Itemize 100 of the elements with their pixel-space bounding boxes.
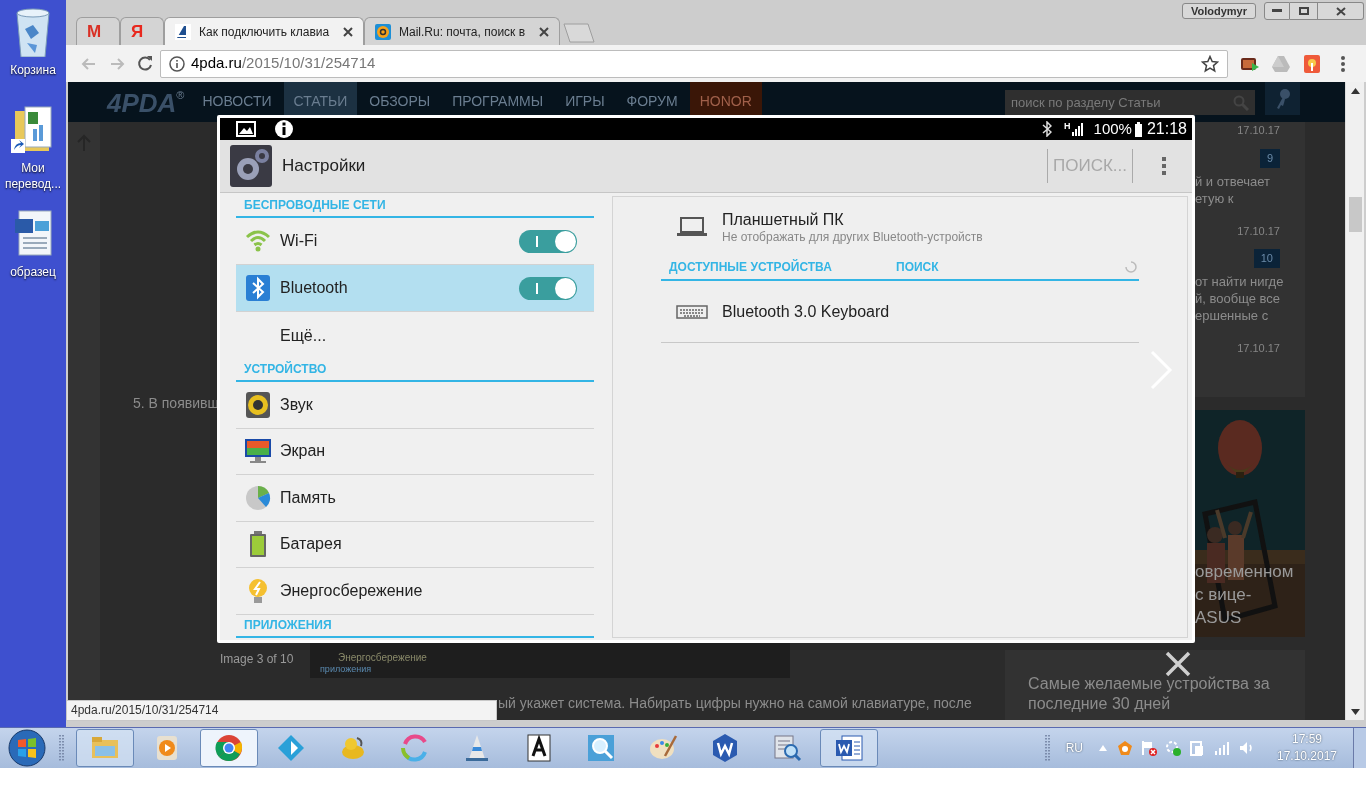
nav-link[interactable]: НОВОСТИ	[192, 82, 282, 115]
scroll-thumb[interactable]	[1348, 197, 1362, 232]
teaser-text: й и отвечает	[1195, 172, 1270, 190]
laptop-icon	[676, 216, 708, 238]
word-icon[interactable]	[820, 729, 878, 767]
teaser-text: от найти нигде	[1195, 273, 1284, 290]
show-desktop-button[interactable]	[1353, 728, 1366, 768]
status-url: 4pda.ru/2015/10/31/254714	[66, 700, 497, 721]
section-header: ПРИЛОЖЕНИЯ	[236, 614, 594, 638]
icon-label[interactable]: образец	[0, 264, 66, 280]
icon-label[interactable]: Мои перевод...	[0, 160, 66, 192]
info-icon	[169, 55, 185, 72]
tab-title: Как подключить клавиа	[199, 23, 331, 41]
search-placeholder: поиск по разделу Статьи	[1011, 93, 1162, 112]
address-field[interactable]: 4pda.ru/2015/10/31/254714	[160, 49, 1228, 78]
grip-handle[interactable]	[1044, 733, 1051, 763]
favicon-icon	[175, 23, 191, 40]
document-icon[interactable]	[11, 103, 55, 155]
count-badge: 9	[1259, 148, 1280, 168]
profile-button[interactable]: Volodymyr	[1181, 3, 1256, 19]
nav-link[interactable]: HONOR	[689, 82, 762, 115]
flag-icon[interactable]	[1141, 740, 1157, 756]
signal-icon[interactable]	[1214, 741, 1230, 755]
antivirus-icon[interactable]	[1117, 740, 1133, 756]
browser-tab[interactable]: Как подключить клавиа	[164, 17, 364, 45]
pie-chart-icon	[244, 483, 272, 512]
list-header: ДОСТУПНЫЕ УСТРОЙСТВА	[669, 258, 833, 276]
date-text: 17.10.17	[1237, 341, 1280, 356]
nav-link[interactable]: ПРОГРАММЫ	[442, 82, 554, 115]
section-header: БЕСПРОВОДНЫЕ СЕТИ	[236, 197, 594, 218]
show-hidden-icon[interactable]	[1099, 745, 1107, 751]
monitor-icon	[244, 437, 272, 466]
nav-link[interactable]: ИГРЫ	[555, 82, 615, 115]
nav-link[interactable]: ФОРУМ	[616, 82, 688, 115]
settings-app-icon	[230, 145, 272, 187]
tab-title: Mail.Ru: почта, поиск в	[399, 23, 527, 41]
screen-title: Настройки	[282, 155, 366, 178]
device-row[interactable]: Bluetooth 3.0 Keyboard	[661, 281, 1139, 343]
settings-item[interactable]: Энергосбережение	[236, 568, 594, 615]
minimize-button[interactable]	[1264, 2, 1290, 20]
teaser-text: етую к	[1195, 189, 1234, 207]
status-time: 21:18	[1146, 119, 1187, 139]
caption-text: Энергосбережение	[338, 652, 428, 664]
drive-icon[interactable]	[1271, 54, 1291, 73]
article-text: 5. В появивш	[133, 394, 219, 413]
close-icon	[1335, 6, 1346, 16]
bluetooth-icon	[244, 274, 272, 302]
card-title: Самые желаемые устройства за последние 30 дней	[1028, 674, 1271, 714]
date-text: 17.10.17	[1237, 223, 1280, 239]
overflow-menu-icon[interactable]	[1161, 156, 1167, 176]
start-button[interactable]	[7, 728, 47, 768]
signal-icon	[1071, 122, 1084, 136]
spinner-icon	[1125, 261, 1137, 273]
close-button[interactable]	[1318, 2, 1364, 20]
maximize-icon	[1298, 7, 1309, 15]
new-tab-icon[interactable]	[562, 23, 596, 43]
minimize-icon	[1272, 9, 1282, 13]
settings-item[interactable]: Ещё...	[236, 312, 594, 359]
promo-caption: овременном	[1195, 561, 1294, 583]
maximize-button[interactable]	[1290, 2, 1318, 20]
settings-item[interactable]: Звук	[236, 382, 594, 429]
chrome-icon[interactable]	[200, 729, 258, 767]
article-text: ый укажет система. Набирать цифры нужно на самой клавиатуре, после	[498, 694, 972, 713]
toggle-switch[interactable]	[519, 276, 577, 300]
hand-icon[interactable]	[1303, 53, 1321, 74]
key-button[interactable]	[1265, 82, 1300, 115]
teaser-text: й, вообще все	[1195, 290, 1281, 307]
battery-icon	[1134, 121, 1142, 137]
device-name: Планшетный ПК	[722, 209, 845, 230]
scroll-down-icon[interactable]	[1350, 709, 1360, 715]
volume-icon[interactable]	[1239, 741, 1255, 755]
count-badge: 10	[1253, 249, 1280, 268]
settings-item[interactable]: Память	[236, 475, 594, 522]
menu-icon[interactable]	[1340, 54, 1346, 73]
settings-item[interactable]: Батарея	[236, 521, 594, 568]
bluetooth-icon	[1042, 121, 1053, 137]
section-header: УСТРОЙСТВО	[236, 359, 594, 382]
star-icon[interactable]	[1201, 54, 1219, 73]
icon-label[interactable]: Корзина	[0, 62, 66, 78]
favicon-icon	[375, 23, 391, 40]
scrollbar[interactable]	[1345, 82, 1364, 720]
grip-handle[interactable]	[59, 733, 65, 763]
clipboard-icon[interactable]	[1189, 740, 1205, 756]
promo-caption: ASUS	[1195, 607, 1243, 629]
nav-link[interactable]: ОБЗОРЫ	[359, 82, 441, 115]
scroll-up-icon[interactable]	[1350, 88, 1360, 94]
close-icon[interactable]	[539, 26, 549, 37]
registered-mark: ®	[176, 90, 185, 101]
sync-icon[interactable]	[1165, 740, 1181, 756]
promo-caption: с вице-	[1195, 584, 1253, 606]
date-text: 17.10.17	[1237, 123, 1280, 138]
folder-icon[interactable]	[76, 729, 134, 767]
settings-item[interactable]: Экран	[236, 428, 594, 475]
network-type: H	[1064, 122, 1071, 131]
picture-icon	[236, 121, 256, 137]
browser-tab[interactable]: Mail.Ru: почта, поиск в	[364, 17, 560, 45]
url-text: 4pda.ru/2015/10/31/254714	[191, 53, 376, 74]
settings-item[interactable]: Bluetooth	[236, 265, 594, 312]
toggle-switch[interactable]	[519, 229, 577, 253]
close-icon[interactable]	[343, 26, 353, 37]
